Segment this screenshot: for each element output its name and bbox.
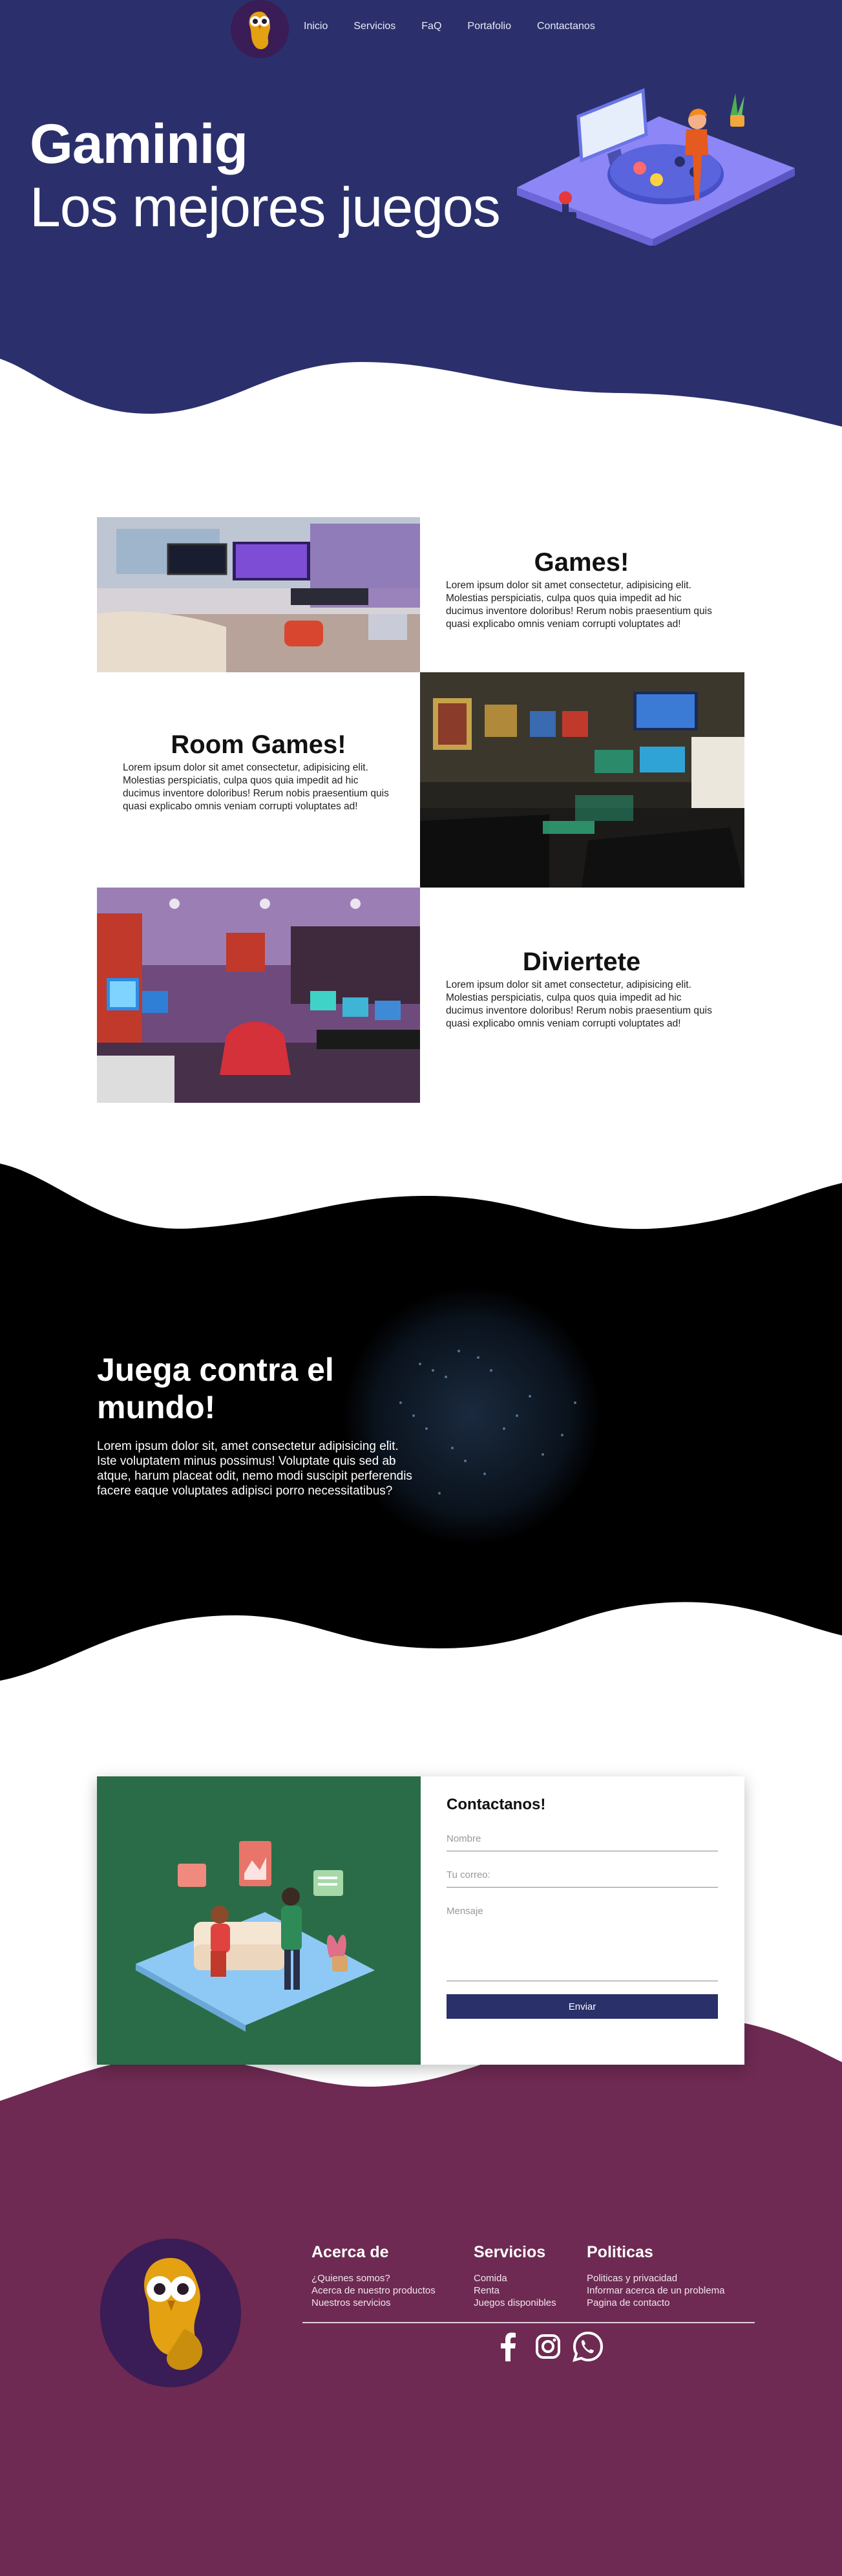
instagram-icon[interactable]	[531, 2330, 565, 2363]
whatsapp-icon[interactable]	[571, 2330, 605, 2363]
gamer-illustration	[517, 88, 795, 246]
email-input[interactable]	[447, 1864, 718, 1888]
top-nav: Inicio Servicios FaQ Portafolio Contacta…	[0, 0, 842, 58]
hero-section: Inicio Servicios FaQ Portafolio Contacta…	[0, 0, 842, 440]
social-links	[491, 2330, 605, 2363]
footer-link-problema[interactable]: Informar acerca de un problema	[587, 2284, 724, 2297]
send-button[interactable]: Enviar	[447, 1994, 718, 2019]
footer-link-contacto[interactable]: Pagina de contacto	[587, 2297, 724, 2309]
contact-card: Contactanos! Enviar	[97, 1776, 744, 2065]
footer-link-comida[interactable]: Comida	[474, 2272, 556, 2284]
facebook-icon[interactable]	[491, 2330, 525, 2363]
living-room-photo	[97, 517, 420, 672]
game-room-photo	[420, 672, 744, 888]
feature-title-room-games: Room Games!	[171, 730, 346, 759]
feature-text-games: Lorem ipsum dolor sit amet consectetur, …	[446, 580, 712, 630]
feature-text-diviertete: Lorem ipsum dolor sit amet consectetur, …	[446, 979, 712, 1029]
nav-link-servicios[interactable]: Servicios	[353, 21, 395, 32]
footer-owl-logo	[100, 2239, 241, 2387]
nav-link-portafolio[interactable]: Portafolio	[467, 21, 511, 32]
footer-link-quienes[interactable]: ¿Quienes somos?	[311, 2272, 436, 2284]
nav-link-faq[interactable]: FaQ	[421, 21, 441, 32]
feature-title-diviertete: Diviertete	[522, 948, 641, 976]
contact-form: Contactanos! Enviar	[447, 1796, 718, 2019]
name-input[interactable]	[447, 1828, 718, 1851]
contact-title: Contactanos!	[447, 1796, 546, 1813]
footer-policies-heading: Politicas	[587, 2243, 653, 2261]
page: Inicio Servicios FaQ Portafolio Contacta…	[0, 0, 842, 2576]
footer-link-servicios[interactable]: Nuestros servicios	[311, 2297, 436, 2309]
footer-about-heading: Acerca de	[311, 2243, 389, 2261]
world-title: Juega contra el mundo!	[97, 1352, 334, 1425]
owl-logo[interactable]	[231, 0, 289, 58]
hero-title: Gaminig	[30, 113, 248, 175]
nav-links: Inicio Servicios FaQ Portafolio Contacta…	[304, 21, 621, 32]
feature-text-room-games: Lorem ipsum dolor sit amet consectetur, …	[123, 762, 389, 812]
footer-link-renta[interactable]: Renta	[474, 2284, 556, 2297]
footer-policies: Politicas Politicas y privacidad Informa…	[587, 2243, 724, 2309]
footer-divider	[302, 2322, 755, 2323]
message-textarea[interactable]	[447, 1900, 718, 1981]
footer-services: Servicios Comida Renta Juegos disponible…	[474, 2243, 556, 2309]
nav-link-inicio[interactable]: Inicio	[304, 21, 328, 32]
footer-link-privacidad[interactable]: Politicas y privacidad	[587, 2272, 724, 2284]
contact-illustration	[97, 1776, 421, 2065]
nav-link-contactanos[interactable]: Contactanos	[537, 21, 595, 32]
footer-link-juegos[interactable]: Juegos disponibles	[474, 2297, 556, 2309]
world-text: Lorem ipsum dolor sit, amet consectetur …	[97, 1440, 412, 1498]
footer-link-productos[interactable]: Acerca de nuestro productos	[311, 2284, 436, 2297]
footer-services-heading: Servicios	[474, 2243, 546, 2261]
footer-about: Acerca de ¿Quienes somos? Acerca de nues…	[311, 2243, 436, 2309]
feature-title-games: Games!	[534, 548, 629, 577]
arcade-room-photo	[97, 888, 420, 1103]
hero-subtitle: Los mejores juegos	[30, 176, 501, 239]
